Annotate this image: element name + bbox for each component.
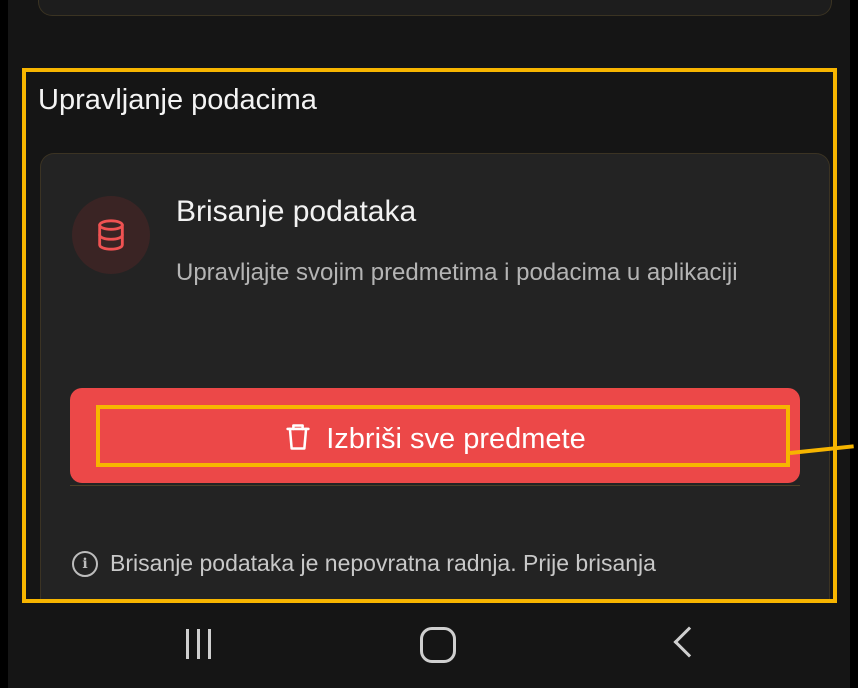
highlight-box-section <box>22 68 837 603</box>
recent-apps-icon[interactable] <box>186 629 211 659</box>
previous-card <box>38 0 832 16</box>
home-icon[interactable] <box>420 627 456 663</box>
navigation-bar <box>8 605 850 688</box>
back-icon[interactable] <box>673 626 705 658</box>
